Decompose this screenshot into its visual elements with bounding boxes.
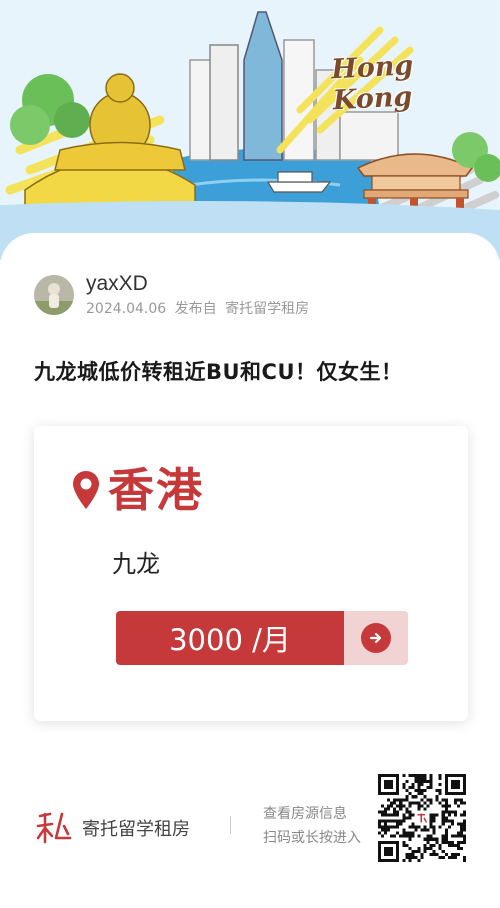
qr-hint: 查看房源信息 扫码或长按进入 — [263, 802, 361, 850]
avatar[interactable] — [34, 275, 74, 315]
qr-hint-line2: 扫码或长按进入 — [263, 830, 361, 846]
price-arrow-area[interactable] — [344, 611, 408, 665]
post-date: 2024.04.06 — [86, 301, 167, 317]
avatar-photo-icon — [34, 275, 74, 315]
location-pin-icon — [73, 471, 99, 509]
qr-hint-line1: 查看房源信息 — [263, 806, 347, 822]
brand-logo-icon — [36, 812, 72, 844]
post-meta: 2024.04.06 发布自 寄托留学租房 — [86, 300, 309, 318]
listing-card[interactable]: 香港 九龙 3000 /月 — [34, 426, 468, 721]
footer: 寄托留学租房 查看房源信息 扫码或长按进入 — [0, 770, 500, 870]
price-button[interactable]: 3000 /月 — [116, 611, 408, 665]
hero-banner-text: Hong Kong — [330, 50, 415, 117]
hong-kong-skyline-illustration — [0, 0, 500, 260]
brand: 寄托留学租房 — [34, 808, 190, 848]
post-source[interactable]: 寄托留学租房 — [225, 301, 309, 317]
footer-divider — [230, 816, 231, 834]
listing-district: 九龙 — [112, 550, 160, 578]
hero-banner: Hong Kong — [0, 0, 500, 260]
location-row: 香港 — [72, 462, 204, 518]
arrow-right-icon[interactable] — [361, 623, 391, 653]
author-name[interactable]: yaxXD — [86, 272, 309, 296]
listing-price: 3000 /月 — [116, 611, 344, 665]
author-row[interactable]: yaxXD 2024.04.06 发布自 寄托留学租房 — [34, 272, 309, 318]
qr-code-icon[interactable] — [378, 774, 466, 862]
listing-city: 香港 — [108, 463, 204, 517]
post-title: 九龙城低价转租近BU和CU！仅女生！ — [34, 360, 403, 384]
post-source-prefix: 发布自 — [174, 301, 217, 317]
brand-name: 寄托留学租房 — [82, 819, 190, 840]
